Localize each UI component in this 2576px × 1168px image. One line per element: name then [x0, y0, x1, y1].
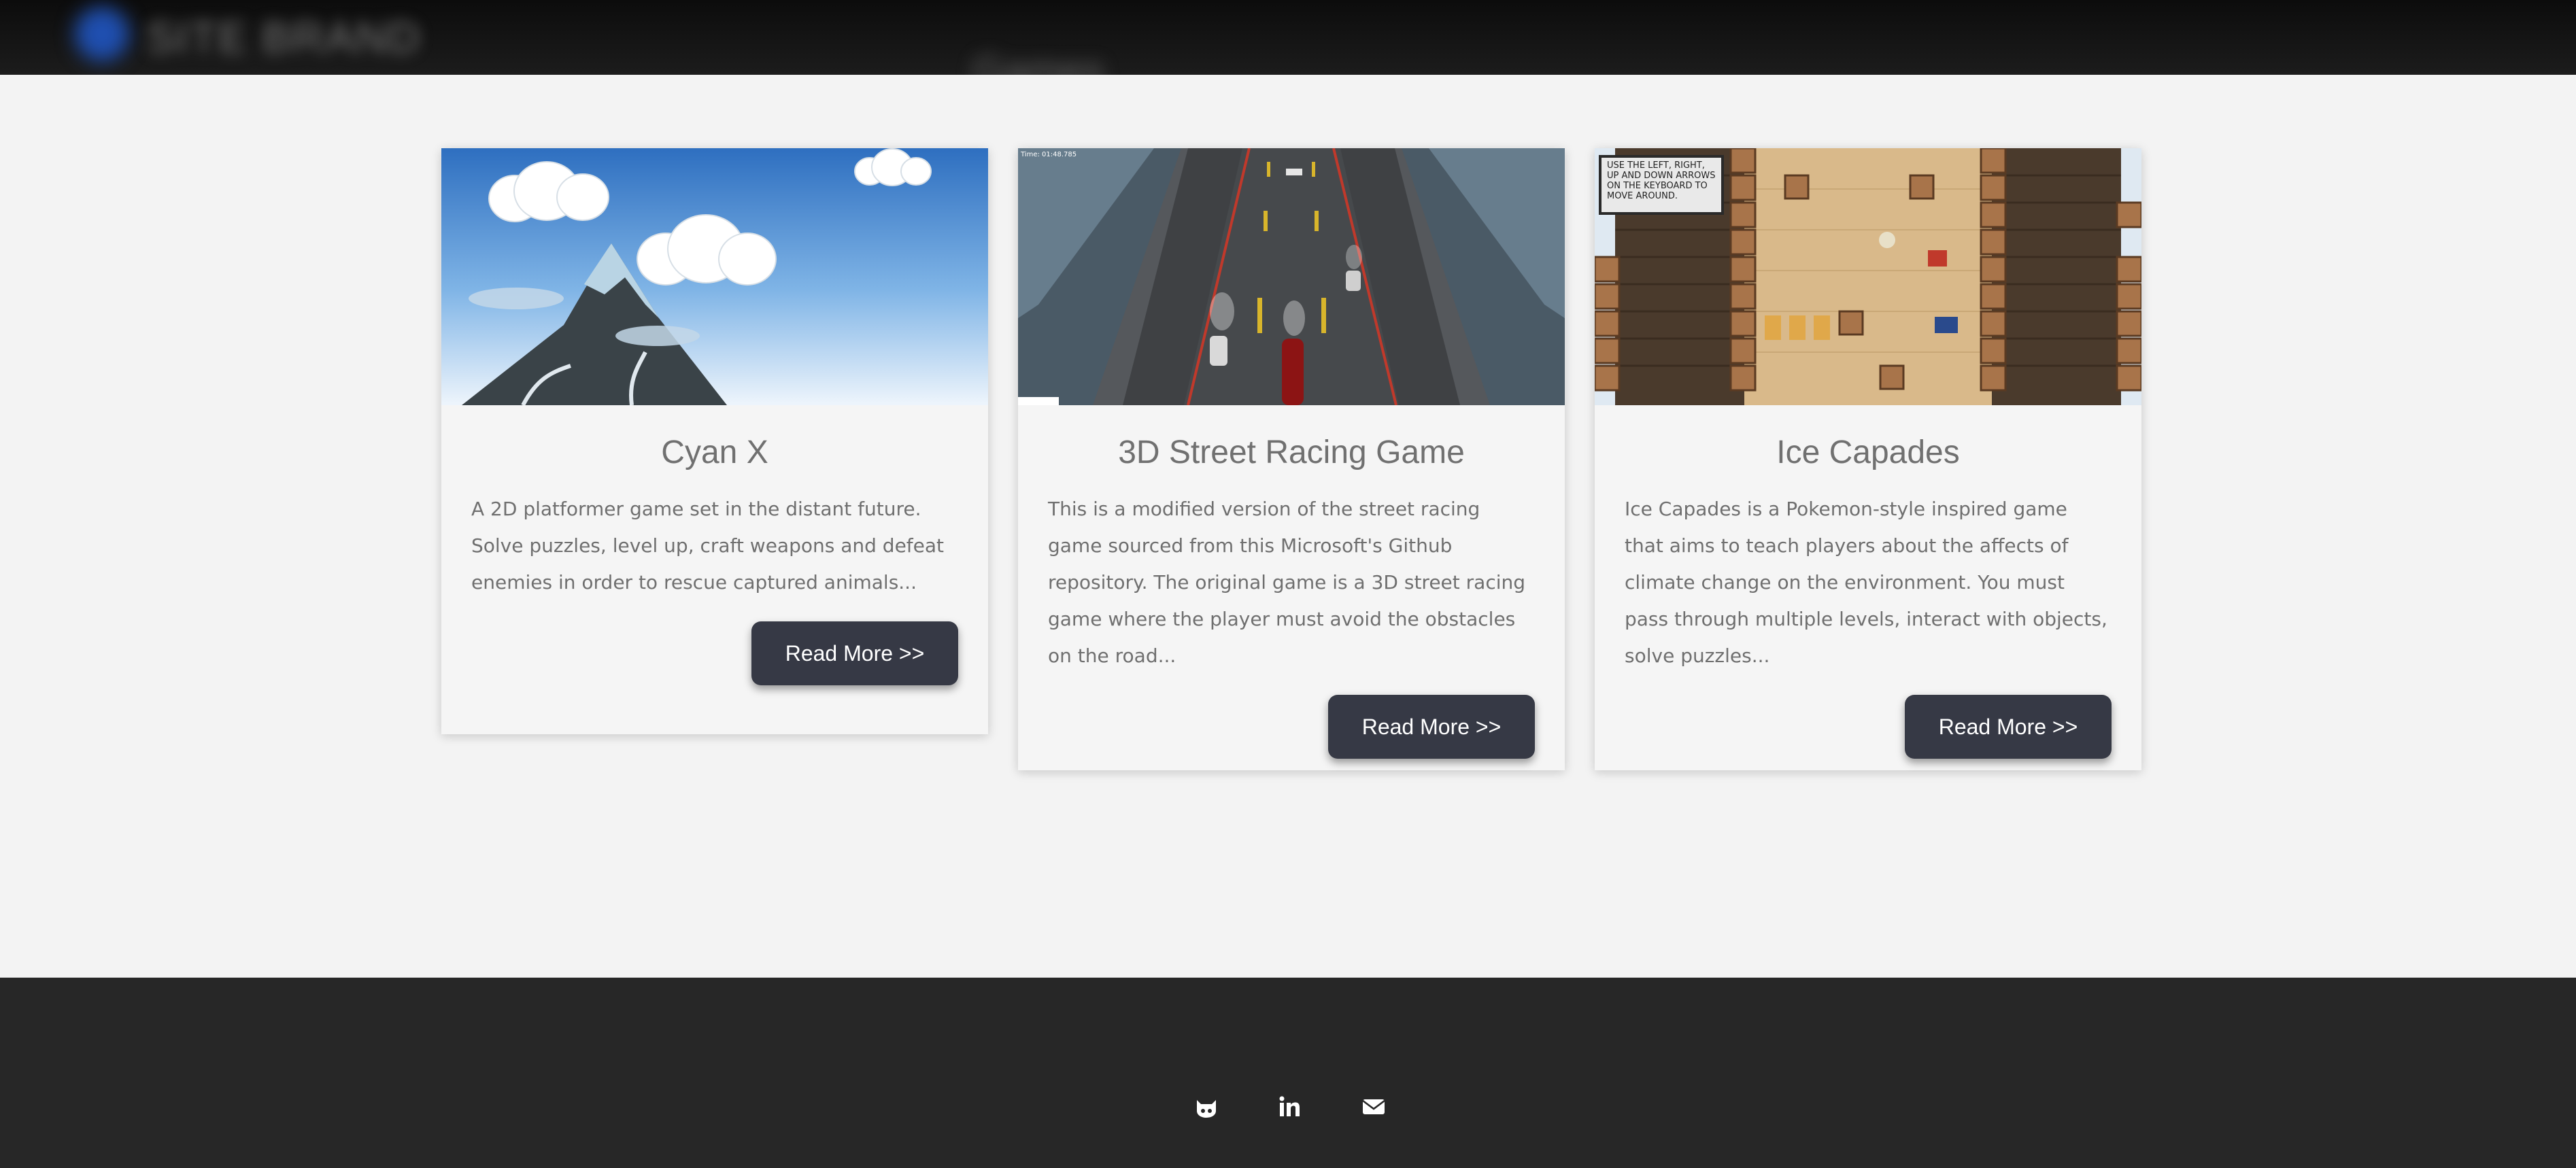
read-more-button[interactable]: Read More >>	[1328, 695, 1535, 759]
github-icon[interactable]	[1186, 1086, 1227, 1127]
street-racing-thumbnail: Time: 01:48.785	[1018, 148, 1565, 405]
logo-icon[interactable]	[75, 7, 129, 61]
card-description: Ice Capades is a Pokemon-style inspired …	[1625, 498, 2107, 667]
footer	[0, 978, 2576, 1168]
game-instruction-text: USE THE LEFT, RIGHT, UP AND DOWN ARROWS …	[1607, 160, 1716, 201]
projects-section: Cyan X A 2D platformer game set in the d…	[0, 75, 2576, 978]
race-timer: Time: 01:48.785	[1020, 151, 1077, 158]
linkedin-icon[interactable]	[1269, 1086, 1310, 1127]
page-heading-ghost: Games	[972, 48, 1104, 75]
card-description: This is a modified version of the street…	[1048, 498, 1526, 667]
project-card-street-racing: Time: 01:48.785 3D Street Racing Game Th…	[1018, 148, 1565, 770]
card-title: Cyan X	[661, 434, 768, 470]
card-title: 3D Street Racing Game	[1118, 434, 1465, 470]
brand-name[interactable]: SITE BRAND	[146, 12, 421, 63]
read-more-button[interactable]: Read More >>	[751, 621, 958, 685]
card-description: A 2D platformer game set in the distant …	[471, 498, 945, 594]
ice-capades-thumbnail: USE THE LEFT, RIGHT, UP AND DOWN ARROWS …	[1595, 148, 2141, 405]
email-icon[interactable]	[1353, 1086, 1394, 1127]
read-more-button[interactable]: Read More >>	[1905, 695, 2112, 759]
cyan-x-thumbnail	[441, 148, 988, 405]
top-navbar: SITE BRAND Games	[0, 0, 2576, 75]
project-card-cyan-x: Cyan X A 2D platformer game set in the d…	[441, 148, 988, 734]
card-title: Ice Capades	[1776, 434, 1960, 470]
project-card-ice-capades: USE THE LEFT, RIGHT, UP AND DOWN ARROWS …	[1595, 148, 2141, 770]
